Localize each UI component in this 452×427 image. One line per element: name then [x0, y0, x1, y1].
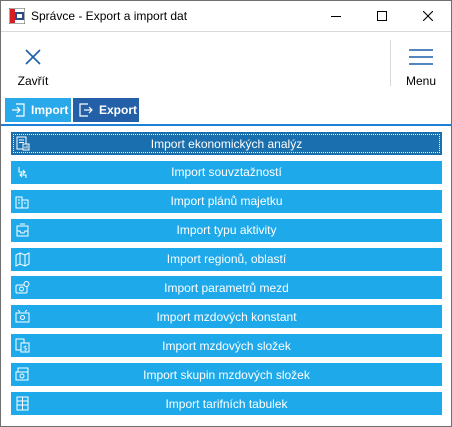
- import-item-label: Import plánů majetku: [170, 194, 283, 209]
- maximize-button[interactable]: [359, 1, 405, 31]
- tab-bar: Import Export: [1, 94, 451, 126]
- app-window: Správce - Export a import dat Zavřít Men…: [0, 0, 452, 427]
- document-chart-icon: [16, 136, 30, 151]
- tab-import-label: Import: [31, 103, 69, 117]
- import-item-asset-plans[interactable]: Import plánů majetku: [11, 189, 442, 213]
- wage-groups-icon: [15, 367, 29, 381]
- close-button[interactable]: Zavřít: [9, 32, 57, 94]
- close-icon: [423, 11, 433, 21]
- arrows-icon: [18, 166, 27, 178]
- tab-export-label: Export: [99, 103, 138, 117]
- tab-import[interactable]: Import: [5, 98, 71, 122]
- import-item-label: Import ekonomických analýz: [150, 136, 303, 151]
- import-item-economic-analyses[interactable]: Import ekonomických analýz: [11, 132, 442, 155]
- import-list: Import ekonomických analýz Import souvzt…: [11, 132, 442, 421]
- import-item-correlations[interactable]: Import souvztažností: [11, 160, 442, 184]
- import-item-label: Import skupin mzdových složek: [143, 367, 310, 382]
- import-item-wage-parameters[interactable]: Import parametrů mezd: [11, 276, 442, 300]
- tab-export[interactable]: Export: [73, 98, 139, 122]
- import-icon: [12, 103, 25, 117]
- map-icon: [15, 251, 30, 267]
- import-item-label: Import regionů, oblastí: [166, 252, 287, 267]
- import-item-tariff-tables[interactable]: Import tarifních tabulek: [11, 392, 442, 416]
- import-item-activity-types[interactable]: Import typu aktivity: [11, 218, 442, 242]
- close-window-button[interactable]: [405, 1, 451, 31]
- menu-button-label: Menu: [405, 74, 437, 88]
- svg-text:$: $: [23, 345, 27, 353]
- import-item-label: Import souvztažností: [171, 165, 282, 180]
- buildings-icon: [15, 196, 29, 209]
- import-item-wage-constants[interactable]: Import mzdových konstant: [11, 305, 442, 329]
- import-item-label: Import tarifních tabulek: [165, 396, 288, 411]
- toolbar-divider: [390, 40, 391, 86]
- minimize-button[interactable]: [313, 1, 359, 31]
- import-item-label: Import mzdových konstant: [156, 309, 297, 324]
- import-item-label: Import mzdových složek: [162, 338, 291, 353]
- import-item-wage-component-groups[interactable]: Import skupin mzdových složek: [11, 363, 442, 387]
- menu-button[interactable]: Menu: [397, 32, 445, 94]
- table-icon: [16, 396, 29, 411]
- import-item-regions[interactable]: Import regionů, oblastí: [11, 247, 442, 271]
- export-icon: [79, 103, 93, 117]
- import-item-wage-components[interactable]: $ Import mzdových složek: [11, 334, 442, 358]
- window-title: Správce - Export a import dat: [31, 9, 188, 23]
- x-icon: [25, 49, 41, 65]
- hamburger-menu-icon: [409, 49, 433, 65]
- wage-components-icon: $: [15, 338, 30, 353]
- maximize-icon: [377, 11, 387, 21]
- wage-parameters-icon: [15, 281, 30, 294]
- title-bar[interactable]: Správce - Export a import dat: [1, 1, 451, 31]
- toolbar: Zavřít Menu: [1, 31, 451, 95]
- tray-icon: [16, 223, 29, 237]
- close-button-label: Zavřít: [17, 74, 49, 88]
- wage-constants-icon: [15, 309, 30, 323]
- app-logo-icon: [9, 8, 25, 24]
- import-item-label: Import parametrů mezd: [164, 280, 289, 295]
- minimize-icon: [331, 16, 341, 17]
- import-item-label: Import typu aktivity: [176, 223, 277, 238]
